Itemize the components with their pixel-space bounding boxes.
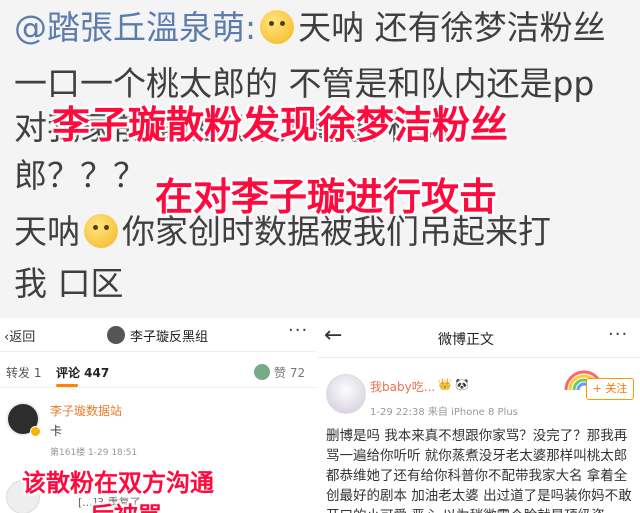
comment-text: 卡 xyxy=(50,424,63,438)
overlay-caption-4: 后被骂 xyxy=(90,496,162,513)
comment-line-1: @踏張丘溫泉萌: 天呐 还有徐梦洁粉丝 xyxy=(14,8,606,48)
thinking-emoji-icon xyxy=(260,10,295,44)
page-title: 微博正文 xyxy=(438,332,494,348)
post-body: 删博是吗 我本来真不想跟你家骂？没完了？那我再骂一遍给你听听 就你蒸煮没牙老太婆… xyxy=(326,428,632,513)
comment-text-1: 天呐 还有徐梦洁粉丝 xyxy=(298,8,606,47)
top-comment-screenshot: @踏張丘溫泉萌: 天呐 还有徐梦洁粉丝 一口一个桃太郎的 不管是和队内还是pp 对… xyxy=(0,0,640,318)
back-arrow-icon[interactable]: ← xyxy=(324,323,342,348)
page-title: 李子璇反黑组 xyxy=(130,330,209,345)
tab-underline xyxy=(56,384,78,387)
comment-text-5a: 天呐 xyxy=(14,212,80,251)
overlay-caption-2: 在对李子璇进行攻击 xyxy=(155,175,498,219)
tab-repost[interactable]: 转发 1 xyxy=(6,364,41,381)
back-button[interactable]: ‹返回 xyxy=(4,326,35,345)
tab-bar: 转发 1 评论 447 赞 72 xyxy=(0,358,316,388)
avatar xyxy=(254,364,270,380)
overlay-caption-3: 该散粉在双方沟通 xyxy=(22,469,214,497)
like-label: 赞 72 xyxy=(274,366,306,380)
comments-screenshot: ‹返回 李子璇反黑组 ··· 转发 1 评论 447 赞 72 李子璇数据站 卡… xyxy=(0,318,316,513)
post-time: 1-29 22:38 来自 iPhone 8 Plus xyxy=(370,407,518,418)
nav-bar: ← 微博正文 ··· xyxy=(318,318,640,358)
post-screenshot: ← 微博正文 ··· 我baby吃... 👑 🐼 1-29 22:38 来自 i… xyxy=(318,318,640,513)
tab-comment[interactable]: 评论 447 xyxy=(56,364,109,381)
commenter-name[interactable]: 李子璇数据站 xyxy=(50,402,122,419)
verified-badge-icon xyxy=(30,426,41,437)
comment-meta: 第161楼 1-29 18:51 xyxy=(50,448,138,458)
comment-line-4: 郎？？？ xyxy=(14,156,146,195)
thinking-emoji-icon xyxy=(84,214,118,248)
follow-button[interactable]: + 关注 xyxy=(586,378,634,400)
user-avatar[interactable] xyxy=(326,374,366,414)
user-name[interactable]: 我baby吃... xyxy=(370,378,435,395)
avatar xyxy=(107,326,125,344)
more-icon[interactable]: ··· xyxy=(288,320,308,341)
like-count[interactable]: 赞 72 xyxy=(254,364,305,381)
comment-line-6: 我 口区 xyxy=(14,264,124,303)
overlay-caption-1: 李子璇散粉发现徐梦洁粉丝 xyxy=(52,103,509,147)
user-badges: 👑 🐼 xyxy=(438,378,469,391)
nav-bar: ‹返回 李子璇反黑组 ··· xyxy=(0,318,316,352)
comment-author[interactable]: @踏張丘溫泉萌: xyxy=(14,8,256,47)
more-icon[interactable]: ··· xyxy=(608,324,628,345)
